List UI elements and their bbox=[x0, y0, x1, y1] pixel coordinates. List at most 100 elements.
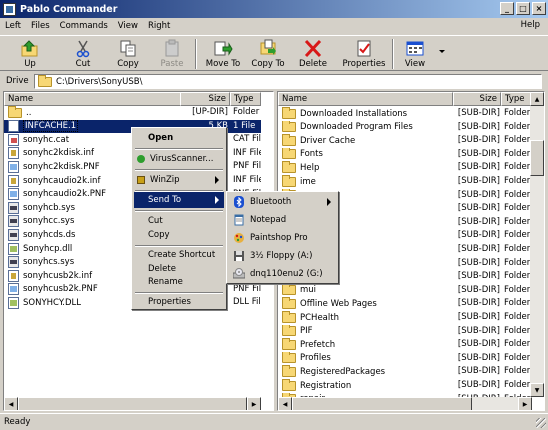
menu-separator bbox=[135, 148, 223, 150]
folder-name-cell: Fonts bbox=[282, 147, 452, 161]
folder-type: Folder bbox=[504, 366, 531, 377]
folder-row[interactable]: Downloaded Installations [SUB-DIR] Folder bbox=[278, 107, 532, 120]
sendto-floppy[interactable]: 3½ Floppy (A:) bbox=[229, 247, 336, 265]
menu-view[interactable]: View bbox=[113, 21, 143, 31]
left-header-size[interactable]: Size bbox=[180, 92, 230, 106]
right-vertical-scrollbar[interactable]: ▲ ▼ bbox=[530, 92, 544, 397]
dll-file-icon bbox=[8, 242, 19, 255]
folder-name-cell: PIF bbox=[282, 324, 452, 338]
right-header-name[interactable]: Name bbox=[278, 92, 453, 106]
menu-commands[interactable]: Commands bbox=[55, 21, 113, 31]
copy-to-button[interactable]: Copy To bbox=[249, 37, 287, 71]
folder-name: PIF bbox=[300, 326, 313, 337]
copy-button[interactable]: Copy bbox=[113, 37, 143, 71]
menu-item-rename[interactable]: Rename bbox=[134, 274, 224, 290]
left-header-size-label: Size bbox=[208, 94, 226, 104]
right-vscroll-thumb[interactable] bbox=[530, 140, 544, 176]
resize-grip-icon[interactable] bbox=[536, 418, 546, 428]
folder-row[interactable]: PIF [SUB-DIR] Folder bbox=[278, 324, 532, 338]
folder-icon bbox=[282, 338, 296, 350]
folder-type: Folder bbox=[504, 162, 531, 173]
folder-size: [SUB-DIR] bbox=[457, 271, 500, 282]
scroll-right-button[interactable]: ▶ bbox=[518, 397, 532, 410]
menu-item-winzip[interactable]: WinZip bbox=[134, 172, 224, 188]
file-name: sonyhc2kdisk.PNF bbox=[23, 161, 100, 172]
folder-row[interactable]: Help [SUB-DIR] Folder bbox=[278, 161, 532, 174]
folder-row[interactable]: RegisteredPackages [SUB-DIR] Folder bbox=[278, 365, 532, 378]
folder-row[interactable]: ime [SUB-DIR] Folder bbox=[278, 175, 532, 188]
file-name: sonyhcaudio2k.inf bbox=[23, 175, 101, 186]
submenu-arrow-icon bbox=[327, 198, 331, 206]
sendto-bluetooth[interactable]: Bluetooth bbox=[229, 193, 336, 211]
menu-files[interactable]: Files bbox=[26, 21, 55, 31]
menu-item-properties[interactable]: Properties bbox=[134, 294, 224, 310]
left-header-type[interactable]: Type bbox=[230, 92, 261, 106]
sendto-paintshop[interactable]: Paintshop Pro bbox=[229, 229, 336, 247]
folder-row[interactable]: Fonts [SUB-DIR] Folder bbox=[278, 147, 532, 161]
cut-button[interactable]: Cut bbox=[68, 37, 98, 71]
scroll-left-button[interactable]: ◀ bbox=[4, 397, 18, 410]
delete-button[interactable]: Delete bbox=[297, 37, 329, 71]
view-button[interactable]: View bbox=[400, 37, 430, 71]
folder-row[interactable]: PCHealth [SUB-DIR] Folder bbox=[278, 311, 532, 324]
menu-item-rename-label: Rename bbox=[148, 277, 183, 287]
folder-row[interactable]: Prefetch [SUB-DIR] Folder bbox=[278, 338, 532, 351]
move-to-button[interactable]: Move To bbox=[203, 37, 243, 71]
right-header-size[interactable]: Size bbox=[453, 92, 501, 106]
properties-button[interactable]: Properties bbox=[342, 37, 386, 71]
up-button[interactable]: Up bbox=[15, 37, 45, 71]
scroll-down-button[interactable]: ▼ bbox=[530, 383, 544, 397]
drive-path-input[interactable]: C:\Drivers\SonyUSB\ bbox=[34, 74, 542, 89]
left-horizontal-scrollbar[interactable]: ◀ ▶ bbox=[4, 397, 261, 410]
paste-button[interactable]: Paste bbox=[157, 37, 187, 71]
view-dropdown-icon[interactable] bbox=[439, 50, 445, 53]
folder-row[interactable]: Registration [SUB-DIR] Folder bbox=[278, 379, 532, 392]
left-hscroll-thumb[interactable] bbox=[18, 397, 247, 410]
scroll-left-button[interactable]: ◀ bbox=[278, 397, 292, 410]
folder-row[interactable]: Offline Web Pages [SUB-DIR] Folder bbox=[278, 297, 532, 310]
right-hscroll-thumb[interactable] bbox=[292, 397, 472, 410]
file-name: sonyhcb.sys bbox=[23, 202, 76, 213]
right-horizontal-scrollbar[interactable]: ◀ ▶ bbox=[278, 397, 532, 410]
scroll-up-button[interactable]: ▲ bbox=[530, 92, 544, 106]
folder-row[interactable]: mui [SUB-DIR] Folder bbox=[278, 283, 532, 297]
folder-size: [SUB-DIR] bbox=[457, 339, 500, 350]
left-header-type-label: Type bbox=[234, 94, 254, 104]
file-name: sonyhcc.sys bbox=[23, 216, 75, 227]
sendto-drive-g-label: dnq110enu2 (G:) bbox=[250, 269, 323, 279]
menu-item-send-to[interactable]: Send To bbox=[134, 192, 224, 208]
file-name: sonyhc2kdisk.inf bbox=[23, 148, 94, 159]
minimize-button[interactable]: _ bbox=[500, 2, 514, 15]
folder-icon bbox=[282, 175, 296, 187]
maximize-button[interactable]: □ bbox=[516, 2, 530, 15]
menu-item-open[interactable]: Open bbox=[134, 130, 224, 146]
sendto-notepad[interactable]: Notepad bbox=[229, 211, 336, 229]
close-button[interactable]: × bbox=[532, 2, 546, 15]
right-header-type[interactable]: Type bbox=[501, 92, 532, 106]
folder-row[interactable]: Profiles [SUB-DIR] Folder bbox=[278, 351, 532, 365]
folder-icon bbox=[282, 311, 296, 323]
sys-file-icon bbox=[8, 228, 19, 241]
folder-type: Folder bbox=[504, 339, 531, 350]
png-file-icon bbox=[8, 188, 19, 201]
sendto-floppy-label: 3½ Floppy (A:) bbox=[250, 251, 313, 261]
table-row[interactable]: .. [UP-DIR] Folder bbox=[4, 106, 261, 119]
folder-row[interactable]: Downloaded Program Files [SUB-DIR] Folder bbox=[278, 120, 532, 134]
folder-name: Downloaded Program Files bbox=[300, 122, 413, 133]
folder-row[interactable]: Driver Cache [SUB-DIR] Folder bbox=[278, 134, 532, 147]
menu-right[interactable]: Right bbox=[143, 21, 175, 31]
paste-icon bbox=[165, 39, 179, 57]
folder-name-cell: RegisteredPackages bbox=[282, 365, 452, 378]
folder-name: Fonts bbox=[300, 149, 323, 160]
sendto-drive-g[interactable]: dnq110enu2 (G:) bbox=[229, 265, 336, 283]
folder-name-cell: mui bbox=[282, 283, 452, 297]
sys-file-icon bbox=[8, 201, 19, 214]
folder-size: [SUB-DIR] bbox=[457, 216, 500, 227]
menu-item-copy[interactable]: Copy bbox=[134, 227, 224, 243]
menu-help[interactable]: Help bbox=[521, 20, 540, 30]
send-to-submenu: Bluetooth Notepad Paintshop Pro 3½ Flopp… bbox=[226, 191, 339, 284]
scroll-right-button[interactable]: ▶ bbox=[247, 397, 261, 410]
menu-left[interactable]: Left bbox=[0, 21, 26, 31]
folder-name-cell: Offline Web Pages bbox=[282, 297, 452, 310]
menu-item-virusscanner[interactable]: VirusScanner... bbox=[134, 151, 224, 167]
